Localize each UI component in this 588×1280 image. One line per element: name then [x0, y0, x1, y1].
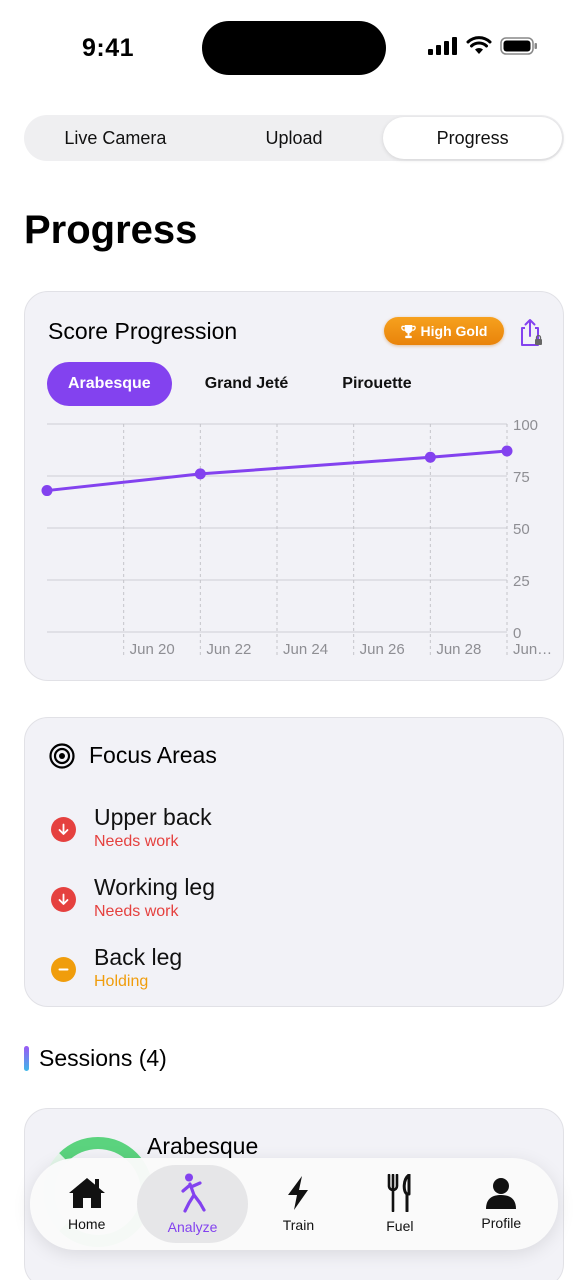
y-tick-label: 0 [513, 625, 521, 642]
focus-header: Focus Areas [49, 742, 217, 769]
mode-segmented-control: Live Camera Upload Progress [24, 115, 564, 161]
focus-item-back-leg: Back leg Holding [51, 942, 182, 992]
x-tick-label: Jun 26 [360, 641, 405, 658]
focus-item-status: Needs work [94, 903, 179, 920]
focus-item-working-leg: Working leg Needs work [51, 872, 215, 922]
tab-fuel[interactable]: Fuel [349, 1165, 450, 1243]
dynamic-island [202, 21, 386, 75]
x-tick-label: Jun… [513, 641, 552, 658]
badge-label: High Gold [420, 323, 488, 339]
focus-item-status: Holding [94, 973, 149, 990]
sessions-title: Sessions (4) [39, 1045, 167, 1071]
score-data-point [424, 451, 436, 463]
score-progression-card: Score Progression High Gold Arabesque Gr… [24, 291, 564, 681]
tab-train[interactable]: Train [248, 1165, 349, 1243]
segment-upload[interactable]: Upload [205, 117, 384, 159]
minus-circle-icon [51, 957, 76, 982]
y-tick-label: 100 [513, 417, 538, 434]
y-tick-label: 75 [513, 469, 530, 486]
score-card-title: Score Progression [48, 318, 238, 344]
segment-progress[interactable]: Progress [383, 117, 563, 159]
chip-grand-jete[interactable]: Grand Jeté [184, 362, 310, 406]
score-data-point [194, 468, 206, 480]
focus-item-name: Working leg [94, 874, 216, 900]
x-tick-label: Jun 20 [130, 641, 175, 658]
tab-analyze[interactable]: Analyze [137, 1165, 248, 1243]
x-tick-label: Jun 28 [436, 641, 481, 658]
share-icon[interactable] [517, 318, 545, 348]
status-bar: 9:41 [0, 0, 588, 96]
chip-arabesque[interactable]: Arabesque [47, 362, 172, 406]
segment-live-camera[interactable]: Live Camera [26, 117, 205, 159]
tab-label: Analyze [167, 1219, 218, 1235]
sessions-accent-bar [24, 1046, 29, 1071]
tab-label: Train [282, 1217, 315, 1233]
fork-knife-icon [387, 1174, 411, 1212]
wifi-icon [466, 36, 492, 54]
y-tick-label: 25 [513, 573, 530, 590]
house-icon [68, 1178, 105, 1208]
tab-label: Home [68, 1216, 106, 1232]
session-name: Arabesque [147, 1133, 259, 1159]
focus-item-status: Needs work [94, 833, 179, 850]
sessions-header: Sessions (4) [24, 1045, 167, 1072]
focus-areas-card: Focus Areas Upper back Needs work Workin… [24, 717, 564, 1007]
battery-icon [500, 36, 537, 55]
focus-item-name: Upper back [94, 804, 212, 830]
score-data-point [41, 485, 53, 497]
y-tick-label: 50 [513, 521, 530, 538]
chip-pirouette[interactable]: Pirouette [321, 362, 432, 406]
arrow-down-circle-icon [51, 887, 76, 912]
page-title: Progress [24, 208, 198, 252]
focus-item-name: Back leg [94, 944, 183, 970]
exercise-chips: Arabesque Grand Jeté Pirouette [47, 362, 445, 406]
high-gold-badge: High Gold [384, 317, 504, 345]
focus-title: Focus Areas [89, 742, 217, 768]
target-icon [49, 742, 75, 769]
focus-item-upper-back: Upper back Needs work [51, 802, 212, 852]
x-tick-label: Jun 22 [206, 641, 251, 658]
trophy-icon [400, 324, 416, 338]
tab-bar: Home Analyze Train Fuel Profile [30, 1158, 558, 1250]
status-time: 9:41 [82, 34, 135, 62]
tab-home[interactable]: Home [36, 1165, 137, 1243]
person-icon [486, 1178, 517, 1209]
score-data-point [501, 445, 513, 457]
cellular-signal-icon [428, 36, 457, 55]
status-icons [428, 36, 538, 55]
tab-label: Fuel [386, 1218, 414, 1234]
tab-label: Profile [481, 1215, 522, 1231]
arrow-down-circle-icon [51, 817, 76, 842]
tab-profile[interactable]: Profile [451, 1165, 552, 1243]
x-tick-label: Jun 24 [283, 641, 328, 658]
bolt-icon [288, 1176, 309, 1210]
score-line-chart: 100 75 50 25 0 Jun 20 Jun 22 Jun 24 Jun 26 Jun 28… [41, 417, 552, 658]
figure-dance-icon [180, 1173, 206, 1213]
